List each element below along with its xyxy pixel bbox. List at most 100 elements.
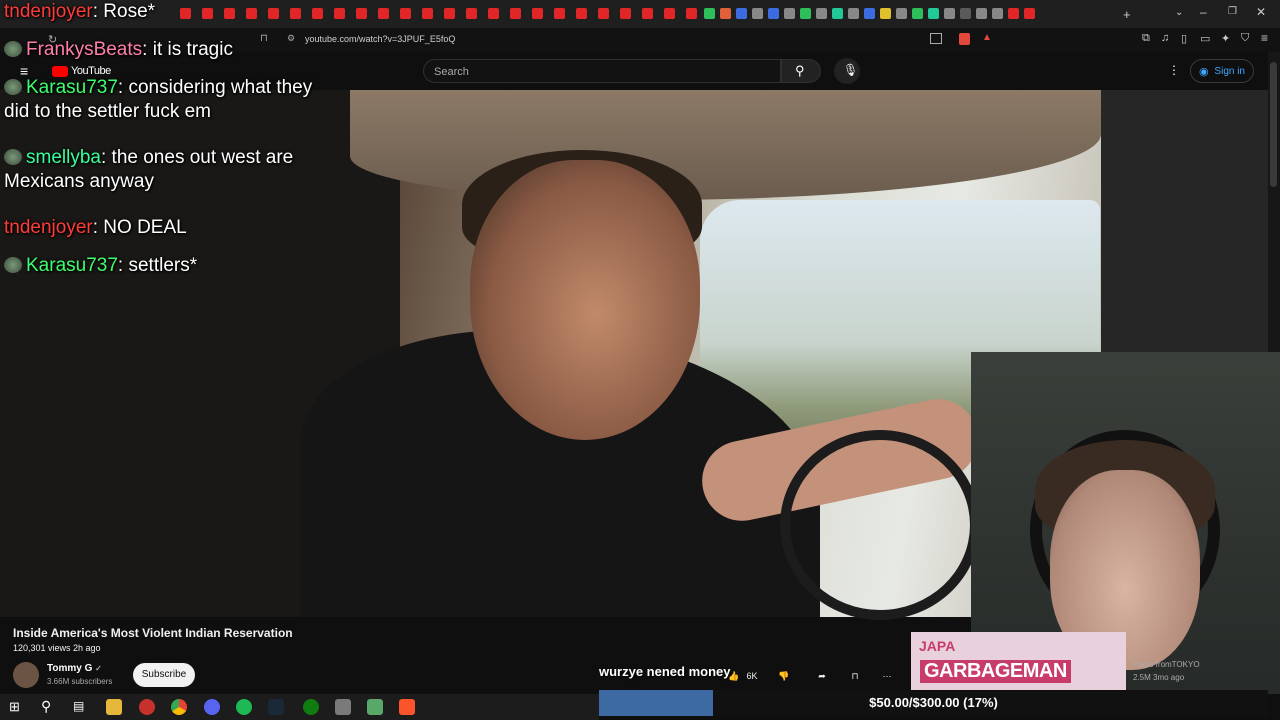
like-icon[interactable]: 👍 xyxy=(727,666,741,686)
sign-in-label: Sign in xyxy=(1214,66,1245,77)
chat-username: tndenjoyer xyxy=(4,217,93,238)
browser-tab-favicon[interactable] xyxy=(912,8,923,19)
media-icon[interactable]: ♫ xyxy=(1161,32,1169,44)
browser-tab-favicon[interactable] xyxy=(1024,8,1035,19)
screen-cast-icon[interactable] xyxy=(930,33,942,44)
browser-tab-favicon[interactable] xyxy=(598,8,609,19)
chat-separator: : xyxy=(92,1,104,22)
browser-tab-favicon[interactable] xyxy=(896,8,907,19)
obs-icon[interactable] xyxy=(139,699,155,715)
browser-tab-favicon[interactable] xyxy=(880,8,891,19)
chat-text: NO DEAL xyxy=(103,217,187,238)
browser-tab-favicon[interactable] xyxy=(642,8,653,19)
wallet-icon[interactable]: ▭ xyxy=(1200,32,1210,45)
browser-tab-favicon[interactable] xyxy=(466,8,477,19)
browser-tab-favicon[interactable] xyxy=(736,8,747,19)
recommended-channel: Paolo fromTOKYO xyxy=(1133,660,1200,669)
brave-rewards-icon[interactable]: ▲ xyxy=(982,32,992,43)
chat-username: FrankysBeats xyxy=(26,39,143,60)
browser-tab-favicon[interactable] xyxy=(576,8,587,19)
sign-in-button[interactable]: ◉ Sign in xyxy=(1190,59,1254,83)
brave-browser-icon[interactable] xyxy=(399,699,415,715)
tts-donation-message: wurzye nened money xyxy=(599,664,731,679)
chat-badge-icon xyxy=(4,257,22,273)
chat-separator: : xyxy=(100,147,112,168)
browser-tab-favicon[interactable] xyxy=(510,8,521,19)
chat-separator: : xyxy=(142,39,153,60)
browser-tab-favicon[interactable] xyxy=(532,8,543,19)
task-view-icon[interactable]: ▤ xyxy=(73,699,84,713)
browser-tab-favicon[interactable] xyxy=(832,8,843,19)
subscribe-button[interactable]: Subscribe xyxy=(133,663,195,687)
windows-start-icon[interactable]: ⊞ xyxy=(9,699,20,715)
chat-separator: : xyxy=(92,217,104,238)
taskbar-search-icon[interactable]: ⚲ xyxy=(41,698,51,715)
maximize-icon[interactable]: ❐ xyxy=(1228,6,1237,17)
browser-tab-favicon[interactable] xyxy=(752,8,763,19)
browser-tab-favicon[interactable] xyxy=(768,8,779,19)
microphone-icon: 🎙 xyxy=(843,63,859,77)
chat-separator: : xyxy=(117,77,129,98)
minimize-icon[interactable]: – xyxy=(1200,5,1207,19)
close-icon[interactable]: ✕ xyxy=(1256,5,1266,19)
video-views-age: 120,301 views 2h ago xyxy=(13,643,101,653)
browser-tab-favicon[interactable] xyxy=(784,8,795,19)
file-explorer-icon[interactable] xyxy=(106,699,122,715)
subscriber-count: 3.66M subscribers xyxy=(47,677,113,686)
browser-tab-favicon[interactable] xyxy=(960,8,971,19)
extensions-icon[interactable]: ⧉ xyxy=(1142,32,1150,45)
channel-name-text: Tommy G xyxy=(47,663,93,674)
channel-name[interactable]: Tommy G ✓ xyxy=(47,663,102,674)
save-icon[interactable]: ⊓ xyxy=(847,666,863,686)
share-icon[interactable]: ➦ xyxy=(814,666,830,686)
browser-tab-favicon[interactable] xyxy=(848,8,859,19)
app-icon-2[interactable] xyxy=(367,699,383,715)
browser-tab-favicon[interactable] xyxy=(554,8,565,19)
browser-tab-favicon[interactable] xyxy=(864,8,875,19)
discord-icon[interactable] xyxy=(204,699,220,715)
browser-tab-favicon[interactable] xyxy=(976,8,987,19)
chrome-icon[interactable] xyxy=(171,699,187,715)
more-options-icon[interactable]: ⋮ xyxy=(1168,63,1180,77)
browser-tab-favicon[interactable] xyxy=(928,8,939,19)
voice-search-button[interactable]: 🎙 xyxy=(834,58,860,84)
dislike-icon[interactable]: 👎 xyxy=(776,666,792,686)
browser-tab-favicon[interactable] xyxy=(704,8,715,19)
browser-tab-favicon[interactable] xyxy=(1008,8,1019,19)
scrollbar-thumb[interactable] xyxy=(1270,62,1277,187)
app-icon[interactable] xyxy=(335,699,351,715)
new-tab-icon[interactable]: + xyxy=(1123,7,1131,22)
brave-shields-icon[interactable] xyxy=(959,33,970,45)
browser-tab-favicon[interactable] xyxy=(800,8,811,19)
chat-message: Karasu737: considering what they did to … xyxy=(4,76,334,124)
tab-search-icon[interactable]: ⌄ xyxy=(1175,7,1183,18)
browser-tab-favicon[interactable] xyxy=(686,8,697,19)
search-icon: ⚲ xyxy=(795,63,805,78)
browser-tab-favicon[interactable] xyxy=(444,8,455,19)
chat-message: tndenjoyer: NO DEAL xyxy=(4,216,424,240)
chat-badge-icon xyxy=(4,79,22,95)
more-actions-icon[interactable]: ⋯ xyxy=(879,666,895,686)
chat-message: tndenjoyer: Rose* xyxy=(4,0,424,24)
browser-tab-favicon[interactable] xyxy=(664,8,675,19)
browser-tab-favicon[interactable] xyxy=(944,8,955,19)
spotify-icon[interactable] xyxy=(236,699,252,715)
driver-head-shape xyxy=(470,160,700,440)
vpn-icon[interactable]: ⛉ xyxy=(1241,32,1249,45)
xbox-icon[interactable] xyxy=(303,699,319,715)
chat-text: settlers* xyxy=(128,255,198,276)
browser-tab-favicon[interactable] xyxy=(992,8,1003,19)
browser-tab-favicon[interactable] xyxy=(488,8,499,19)
browser-menu-icon[interactable]: ≡ xyxy=(1261,31,1268,45)
search-input[interactable]: Search xyxy=(423,59,781,83)
browser-tab-favicon[interactable] xyxy=(720,8,731,19)
account-icon: ◉ xyxy=(1199,66,1209,78)
channel-avatar[interactable] xyxy=(13,662,39,688)
browser-tab-favicon[interactable] xyxy=(620,8,631,19)
leo-icon[interactable]: ✦ xyxy=(1221,32,1230,45)
sidebar-icon[interactable]: ▯ xyxy=(1181,32,1187,45)
search-button[interactable]: ⚲ xyxy=(781,59,821,83)
taskbar xyxy=(0,694,599,720)
browser-tab-favicon[interactable] xyxy=(816,8,827,19)
steam-icon[interactable] xyxy=(268,699,284,715)
